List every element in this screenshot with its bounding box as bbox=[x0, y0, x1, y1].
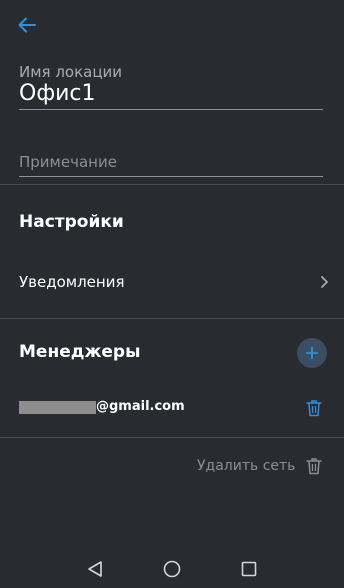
divider bbox=[0, 437, 344, 438]
location-name-underline bbox=[19, 109, 323, 110]
trash-icon bbox=[306, 458, 322, 475]
square-recents-icon bbox=[241, 561, 257, 577]
back-button[interactable] bbox=[12, 10, 42, 40]
manager-email: @gmail.com bbox=[96, 399, 185, 414]
manager-list-item: @gmail.com bbox=[0, 394, 344, 422]
notifications-row[interactable]: Уведомления bbox=[0, 262, 344, 302]
nav-back-button[interactable] bbox=[84, 558, 106, 580]
arrow-left-icon bbox=[18, 17, 36, 33]
redacted-email-block bbox=[19, 401, 96, 414]
triangle-back-icon bbox=[88, 561, 102, 577]
nav-recents-button[interactable] bbox=[238, 558, 260, 580]
nav-home-button[interactable] bbox=[161, 558, 183, 580]
managers-title: Менеджеры bbox=[19, 342, 141, 362]
note-input[interactable] bbox=[19, 152, 323, 172]
location-name-input[interactable] bbox=[19, 80, 323, 106]
plus-icon bbox=[306, 347, 318, 359]
note-underline bbox=[19, 176, 323, 177]
add-manager-button[interactable] bbox=[297, 338, 327, 368]
divider bbox=[0, 318, 344, 319]
circle-home-icon bbox=[163, 560, 181, 578]
chevron-right-icon bbox=[321, 276, 328, 288]
location-name-label: Имя локации bbox=[19, 63, 123, 81]
delete-network-label: Удалить сеть bbox=[197, 458, 296, 474]
delete-network-button[interactable]: Удалить сеть bbox=[186, 452, 330, 480]
system-nav-bar bbox=[0, 550, 344, 588]
settings-title: Настройки bbox=[19, 212, 124, 232]
trash-icon[interactable] bbox=[306, 399, 322, 417]
notifications-label: Уведомления bbox=[19, 273, 125, 291]
divider bbox=[0, 184, 344, 185]
